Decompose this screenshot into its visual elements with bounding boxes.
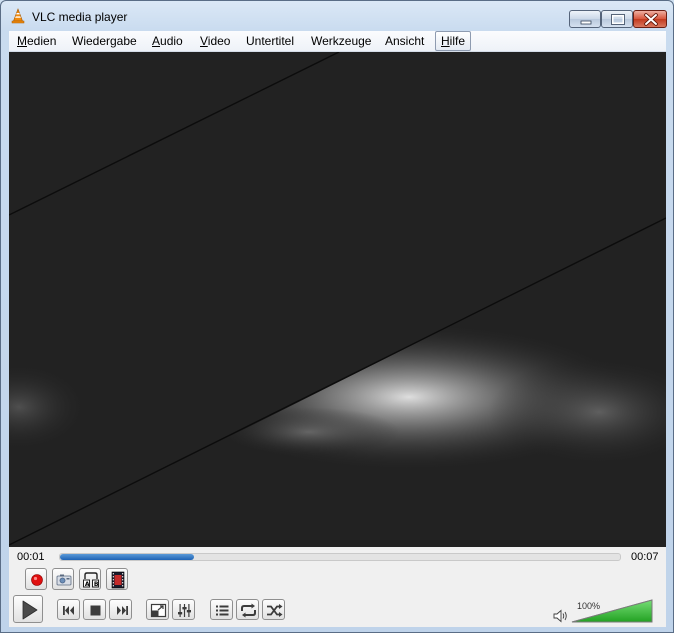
menu-accelerator: M — [17, 34, 27, 48]
menu-accelerator: V — [200, 34, 208, 48]
video-area[interactable] — [9, 52, 666, 547]
menu-audio[interactable]: Audio — [152, 34, 183, 48]
next-button[interactable] — [109, 599, 132, 620]
vlc-cone-icon — [11, 8, 25, 24]
random-icon — [267, 604, 283, 617]
seek-slider[interactable] — [59, 553, 621, 561]
video-frame — [9, 52, 666, 547]
playlist-button[interactable] — [210, 599, 233, 620]
snapshot-icon — [56, 574, 72, 586]
frame-step-icon — [111, 571, 125, 589]
menu-video[interactable]: Video — [200, 34, 230, 48]
menu-playback[interactable]: Wiedergabe — [72, 34, 137, 48]
window-title: VLC media player — [32, 10, 128, 24]
record-button[interactable] — [25, 568, 47, 590]
maximize-icon — [611, 14, 625, 25]
loop-icon — [241, 603, 256, 618]
close-icon — [644, 13, 658, 26]
volume-slider[interactable] — [571, 599, 653, 623]
stop-icon — [90, 605, 101, 616]
fullscreen-icon — [150, 603, 167, 618]
fullscreen-button[interactable] — [146, 599, 169, 620]
record-icon — [31, 574, 43, 586]
seek-progress — [60, 554, 194, 560]
title-bar[interactable]: VLC media player — [1, 1, 673, 31]
close-button[interactable] — [633, 10, 667, 28]
snapshot-button[interactable] — [52, 568, 74, 590]
extended-settings-icon — [178, 604, 191, 617]
menu-accelerator: A — [152, 34, 161, 48]
maximize-button[interactable] — [601, 10, 633, 28]
menu-subtitle[interactable]: Untertitel — [246, 34, 294, 48]
menu-tools[interactable]: Werkzeuge — [311, 34, 371, 48]
playlist-icon — [216, 605, 229, 616]
menu-help[interactable]: Hilfe — [435, 31, 472, 51]
menu-media[interactable]: Medien — [17, 34, 56, 48]
menu-accelerator: H — [441, 34, 450, 48]
previous-icon — [63, 606, 74, 615]
menu-bar: Medien Wiedergabe Audio Video Untertitel… — [9, 31, 666, 52]
loop-button[interactable] — [236, 599, 259, 620]
menu-view[interactable]: Ansicht — [385, 34, 424, 48]
play-icon — [22, 600, 38, 620]
random-button[interactable] — [262, 599, 285, 620]
vlc-window: VLC media player Medien Wiedergabe Audio… — [0, 0, 674, 633]
minimize-button[interactable] — [569, 10, 601, 28]
play-button[interactable] — [13, 595, 43, 623]
svg-text:B: B — [94, 581, 99, 588]
controls-panel: 00:01 00:07 A B 100% — [9, 547, 666, 627]
next-icon — [117, 606, 128, 615]
loop-ab-button[interactable]: A B — [79, 568, 101, 590]
loop-ab-icon: A B — [83, 572, 99, 588]
elapsed-time[interactable]: 00:01 — [17, 551, 45, 563]
frame-step-button[interactable] — [106, 568, 128, 590]
svg-text:A: A — [85, 581, 90, 588]
stop-button[interactable] — [83, 599, 106, 620]
extended-settings-button[interactable] — [172, 599, 195, 620]
speaker-icon[interactable] — [553, 609, 569, 623]
total-time[interactable]: 00:07 — [631, 551, 659, 563]
previous-button[interactable] — [57, 599, 80, 620]
minimize-icon — [580, 20, 592, 25]
